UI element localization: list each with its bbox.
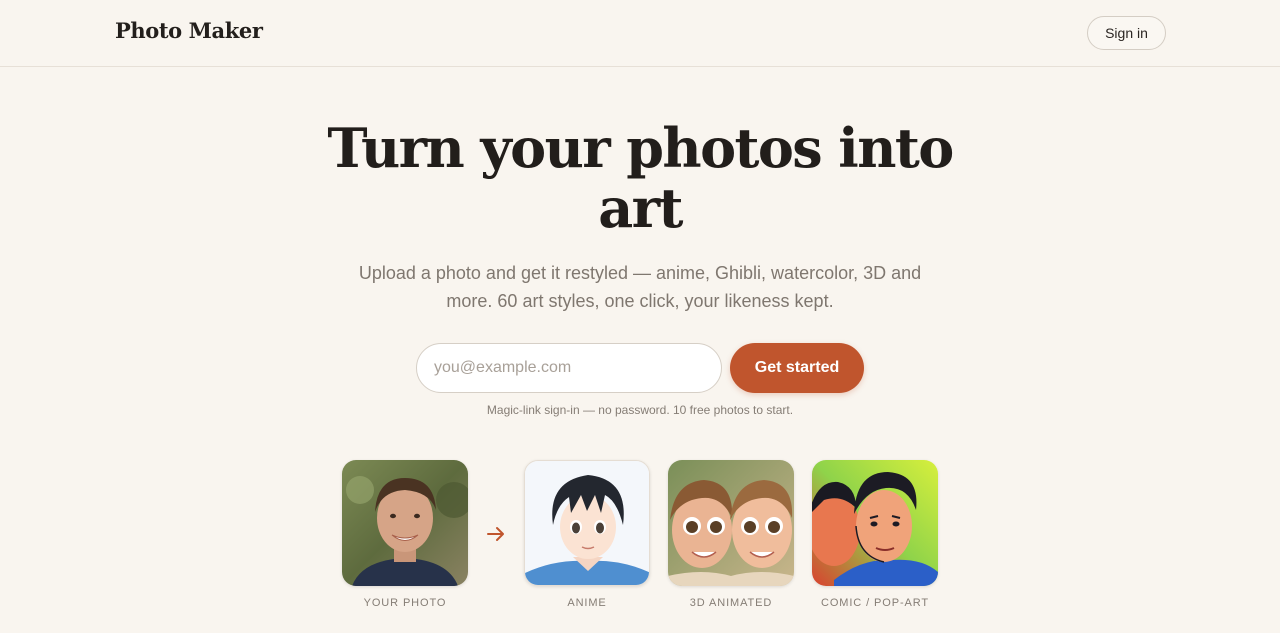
signin-note: Magic-link sign-in — no password. 10 fre… bbox=[486, 403, 794, 417]
portrait-photo-icon bbox=[342, 460, 468, 586]
3d-animated-thumbnail bbox=[668, 460, 794, 586]
comic-pop-art-thumbnail bbox=[812, 460, 938, 586]
3d-animated-portrait-icon bbox=[668, 460, 794, 586]
arrow-right-icon bbox=[487, 527, 504, 541]
email-input[interactable] bbox=[416, 343, 722, 393]
caption-anime: ANIME bbox=[567, 597, 607, 609]
sign-in-button[interactable]: Sign in bbox=[1087, 16, 1166, 50]
get-started-button[interactable]: Get started bbox=[730, 343, 864, 393]
original-photo-thumbnail bbox=[342, 460, 468, 586]
caption-your-photo: YOUR PHOTO bbox=[363, 597, 447, 609]
caption-comic-pop-art: COMIC / POP-ART bbox=[820, 597, 930, 609]
hero-title: Turn your photos into art bbox=[327, 116, 954, 240]
caption-3d-animated: 3D ANIMATED bbox=[689, 597, 773, 609]
anime-style-thumbnail bbox=[524, 460, 650, 586]
anime-portrait-icon bbox=[525, 461, 649, 585]
top-navigation-bar: Photo Maker Sign in bbox=[0, 0, 1280, 67]
comic-pop-art-portrait-icon bbox=[812, 460, 938, 586]
brand-logo[interactable]: Photo Maker bbox=[115, 18, 263, 43]
hero-subtitle: Upload a photo and get it restyled — ani… bbox=[358, 263, 922, 311]
